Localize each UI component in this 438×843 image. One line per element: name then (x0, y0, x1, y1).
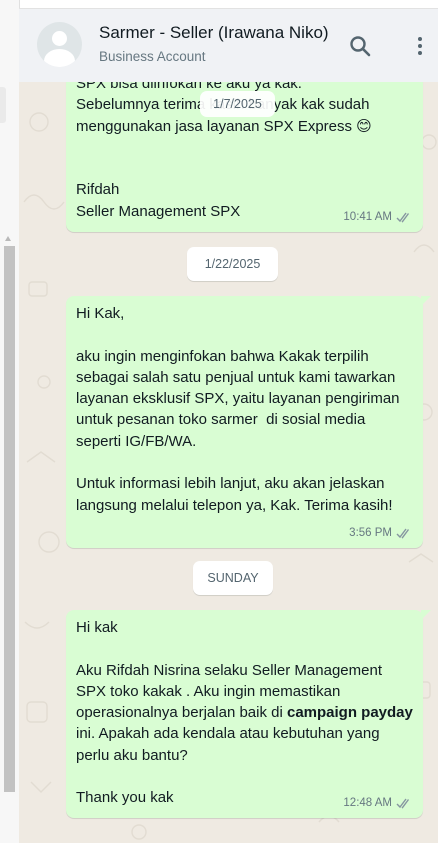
avatar-head-shape (52, 31, 67, 46)
message-bold-text: campaign payday (286, 704, 413, 722)
message-text: Hi kak Aku Rifdah Nisrina selaku Seller … (76, 617, 413, 809)
message-time: 3:56 PM (349, 526, 392, 539)
message-text: Hi Kak, aku ingin menginfokan bahwa Kaka… (76, 305, 400, 514)
sticky-date-chip: 1/7/2025 (200, 91, 275, 117)
message-time: 12:48 AM (343, 796, 392, 809)
chat-list-scrollbar[interactable] (4, 246, 15, 792)
scroll-up-arrow-icon[interactable] (5, 236, 11, 241)
date-divider: SUNDAY (193, 561, 273, 595)
double-check-icon (396, 212, 410, 223)
date-divider: 1/22/2025 (187, 247, 278, 281)
contact-subtitle: Business Account (99, 49, 206, 64)
message-line: menggunakan jasa layanan SPX Express 😊 (76, 117, 372, 135)
message-time: 10:41 AM (343, 210, 392, 223)
message-bubble-outgoing[interactable]: Hi Kak, aku ingin menginfokan bahwa Kaka… (66, 296, 431, 548)
message-meta: 3:56 PM (349, 523, 413, 544)
avatar[interactable] (37, 22, 82, 67)
search-icon (350, 36, 371, 57)
menu-button[interactable] (407, 33, 433, 59)
kebab-menu-icon (418, 37, 422, 55)
double-check-icon (396, 528, 410, 539)
double-check-icon (396, 798, 410, 809)
chat-header[interactable]: Sarmer - Seller (Irawana Niko) Business … (19, 8, 438, 82)
message-line: Seller Management SPX (76, 202, 241, 220)
message-line: Rifdah (76, 181, 120, 199)
message-meta: 12:48 AM (343, 793, 413, 814)
message-bubble-outgoing[interactable]: Hi kak Aku Rifdah Nisrina selaku Seller … (66, 610, 431, 818)
message-pane[interactable]: SPX bisa diinfokan ke aku ya kak. Sebelu… (19, 82, 438, 843)
chat-list-item-edge[interactable] (0, 87, 6, 123)
message-meta: 10:41 AM (343, 207, 413, 228)
search-button[interactable] (347, 33, 373, 59)
contact-name[interactable]: Sarmer - Seller (Irawana Niko) (99, 23, 329, 43)
avatar-body-shape (44, 49, 75, 67)
chat-list-edge (0, 0, 20, 843)
